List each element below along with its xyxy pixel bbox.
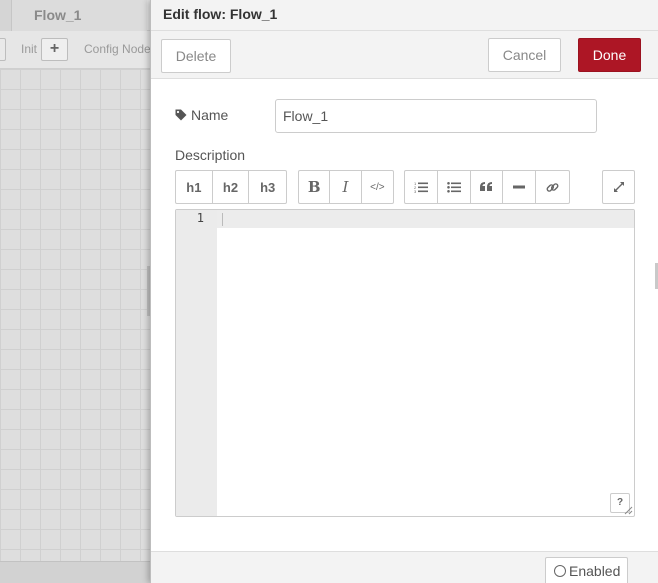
editor-active-line [217,210,634,228]
h2-button[interactable]: h2 [213,171,250,203]
code-icon: </> [370,181,385,193]
description-editor[interactable]: 1 ? [175,209,635,517]
bold-icon: B [307,178,321,196]
workspace-tab-label: Flow_1 [34,7,82,23]
italic-button[interactable]: I [330,171,362,203]
format-button-group: B I </> [298,170,394,204]
workspace-canvas-grid[interactable] [0,69,150,561]
cancel-button[interactable]: Cancel [488,38,561,72]
text-cursor [222,213,223,226]
ordered-list-icon: 1 2 3 [414,181,428,193]
name-input[interactable] [275,99,597,133]
bold-button[interactable]: B [299,171,331,203]
heading-button-group: h1 h2 h3 [175,170,287,204]
h1-button[interactable]: h1 [176,171,213,203]
tray-footer: Enabled [151,551,658,583]
expand-button[interactable] [603,171,634,203]
name-label: Name [191,107,229,123]
block-button-group: 1 2 3 [404,170,570,204]
ordered-list-button[interactable]: 1 2 3 [405,171,438,203]
editor-gutter: 1 [176,210,217,516]
workspace-config-label[interactable]: Config Node [84,42,151,56]
workspace-init-label[interactable]: Init [21,42,37,56]
tray-toolbar: Delete Cancel Done [151,31,658,79]
italic-icon: I [342,178,349,196]
unordered-list-icon [446,182,461,193]
unordered-list-button[interactable] [438,171,471,203]
resize-grip-icon[interactable] [624,506,633,515]
horizontal-rule-icon [513,185,526,189]
expand-button-group [602,170,635,204]
workspace-toolbar-button[interactable] [0,38,6,61]
enabled-toggle[interactable]: Enabled [545,557,628,583]
tray-title: Edit flow: Flow_1 [151,0,658,31]
expand-icon [613,182,624,192]
enabled-label: Enabled [569,563,621,579]
svg-text:3: 3 [414,189,417,193]
link-button[interactable] [536,171,569,203]
delete-button[interactable]: Delete [161,39,231,73]
add-icon[interactable]: + [41,38,68,61]
done-button[interactable]: Done [578,38,641,72]
code-button[interactable]: </> [362,171,393,203]
workspace-footer [0,561,150,583]
workspace-tab-flow[interactable]: Flow_1 [12,0,147,31]
horizontal-rule-button[interactable] [503,171,537,203]
circle-icon [554,565,566,577]
edit-flow-tray: Edit flow: Flow_1 Delete Cancel Done Nam… [150,0,658,583]
tag-icon [175,109,187,121]
link-icon [546,182,559,192]
workspace-tab-stub[interactable] [0,0,12,31]
description-label: Description [175,147,246,163]
line-number: 1 [196,211,204,225]
quote-icon [479,182,492,191]
quote-button[interactable] [471,171,504,203]
h3-button[interactable]: h3 [249,171,286,203]
